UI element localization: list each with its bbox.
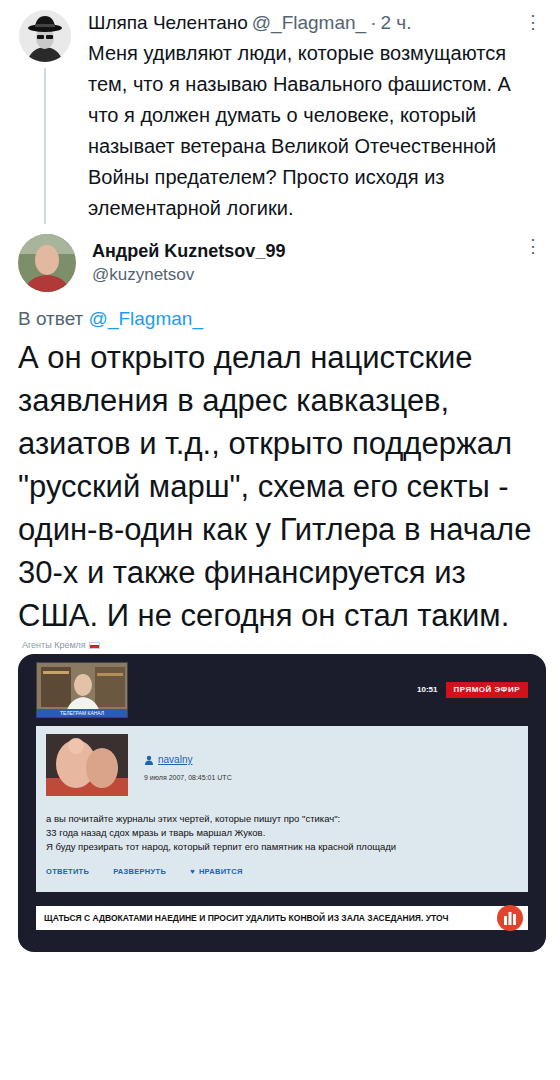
channel-logo-icon [496,904,524,932]
tweet-header: Шляпа Челентано@_Flagman_·2 ч. ⋮ [88,10,546,36]
tweet-text: А он открыто делал нацистские заявления … [18,336,546,637]
webcam-label: ТЕЛЕГРАМ КАНАЛ [37,709,127,717]
tweet-time[interactable]: 2 ч. [380,10,411,36]
comment-actions: ОТВЕТИТЬ РАЗВЕРНУТЬ ♥ НРАВИТСЯ [46,866,518,877]
comment-author: navalny 9 июля 2007, 08:45:01 UTC [144,748,232,783]
comment-line: 33 года назад сдох мразь и тварь маршал … [46,826,518,840]
comment-text: а вы почитайте журналы этих чертей, кото… [46,812,518,854]
more-menu-button[interactable]: ⋮ [520,234,546,258]
live-badge: ПРЯМОЙ ЭФИР [446,682,529,698]
comment-line: Я буду презирать тот народ, который терп… [46,840,518,854]
tweet-text: Меня удивляют люди, которые возмущаются … [88,38,546,224]
video-frame[interactable]: ТЕЛЕГРАМ КАНАЛ 10:51 ПРЯМОЙ ЭФИР navalny 9 и… [18,654,546,952]
comment-date: 9 июля 2007, 08:45:01 UTC [144,772,232,783]
author-name[interactable]: Шляпа Челентано [88,10,248,36]
russia-flag-icon [89,642,100,649]
avatar-column [18,10,72,224]
user-avatar-icon[interactable] [18,234,76,292]
comment-user: navalny [144,748,232,772]
heart-icon: ♥ [190,866,195,877]
comment-header: navalny 9 июля 2007, 08:45:01 UTC [46,734,518,796]
news-ticker: ЩАТЬСЯ С АДВОКАТАМИ НАЕДИНЕ И ПРОСИТ УДА… [36,906,528,930]
reply-to-label: В ответ [18,308,83,329]
comment-line: а вы почитайте журналы этих чертей, кото… [46,812,518,826]
user-avatar-icon[interactable] [19,10,71,62]
comment-username[interactable]: navalny [158,753,192,766]
userpic-photo-icon [46,734,128,796]
ticker-text: ЩАТЬСЯ С АДВОКАТАМИ НАЕДИНЕ И ПРОСИТ УДА… [44,912,488,925]
video-top-bar: ТЕЛЕГРАМ КАНАЛ 10:51 ПРЯМОЙ ЭФИР [36,662,528,718]
more-menu-button[interactable]: ⋮ [520,10,546,34]
stream-clock: 10:51 [417,684,437,696]
parent-tweet: Шляпа Челентано@_Flagman_·2 ч. ⋮ Меня удив… [18,10,546,234]
comment-action[interactable]: РАЗВЕРНУТЬ [113,866,166,877]
reply-tweet: Андрей Kuznetsov_99@kuzynetsov ⋮ В ответ @… [18,234,546,952]
author-handle[interactable]: @kuzynetsov [92,263,285,287]
meta-separator: · [370,10,376,36]
live-indicator: 10:51 ПРЯМОЙ ЭФИР [417,682,528,698]
like-action[interactable]: ♥ НРАВИТСЯ [190,866,243,877]
webcam-inset: ТЕЛЕГРАМ КАНАЛ [36,662,128,718]
reply-to-handle[interactable]: @_Flagman_ [89,308,203,329]
tweet-body: Шляпа Челентано@_Flagman_·2 ч. ⋮ Меня удив… [88,10,546,224]
source-label: Агенты Кремля [22,640,86,650]
reply-to-line: В ответ @_Flagman_ [18,306,546,332]
media-source: Агенты Кремля [22,639,546,651]
reply-author: Андрей Kuznetsov_99@kuzynetsov [92,239,285,287]
author-handle[interactable]: @_Flagman_ [252,10,366,36]
reply-header: Андрей Kuznetsov_99@kuzynetsov ⋮ [18,234,546,292]
user-icon [144,748,154,772]
thread-line [44,68,46,224]
author-name[interactable]: Андрей Kuznetsov_99 [92,239,285,263]
tweet-meta: Шляпа Челентано@_Flagman_·2 ч. [88,10,412,36]
like-label: НРАВИТСЯ [199,866,243,877]
comment-action[interactable]: ОТВЕТИТЬ [46,866,89,877]
comment-card: navalny 9 июля 2007, 08:45:01 UTC а вы поч… [36,726,528,892]
